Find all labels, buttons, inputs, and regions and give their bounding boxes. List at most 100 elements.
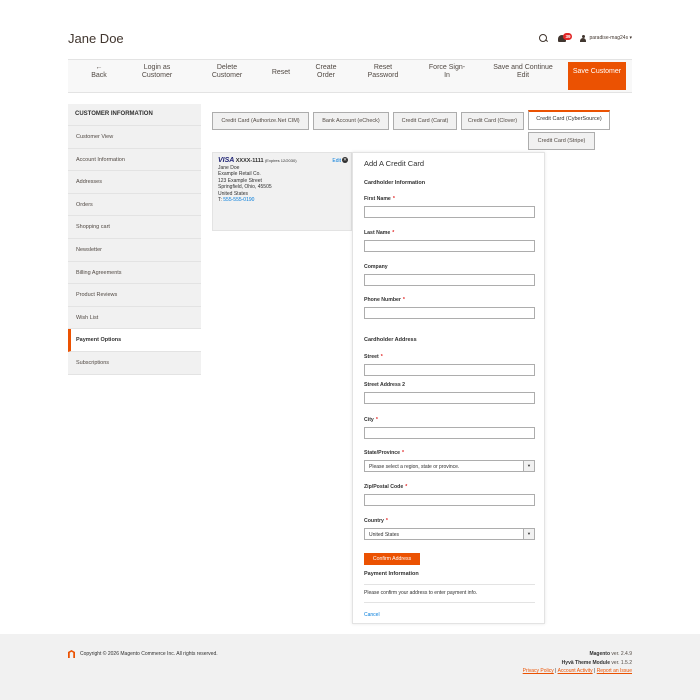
required-mark: * — [402, 450, 405, 456]
saved-card: VISA XXXX-1111 (Expires 12/2030) Edit ✕ … — [212, 152, 352, 231]
zip-label-text: Zip/Postal Code — [364, 484, 404, 490]
add-card-form: Add A Credit Card Cardholder Information… — [352, 152, 545, 624]
tab-authorize-net[interactable]: Credit Card (Authorize.Net CIM) — [212, 112, 309, 130]
zip-input[interactable] — [364, 494, 535, 506]
back-label: Back — [91, 72, 107, 79]
sidebar-title: CUSTOMER INFORMATION — [68, 104, 201, 126]
hyva-name: Hyvä Theme Module — [561, 659, 611, 666]
first-name-input[interactable] — [364, 206, 535, 218]
notification-count: 39 — [563, 33, 573, 40]
required-mark: * — [392, 196, 395, 202]
chevron-down-icon: ▼ — [523, 461, 534, 471]
create-order-button[interactable]: Create Order — [311, 64, 341, 80]
sidebar-item-wish-list[interactable]: Wish List — [68, 306, 201, 330]
magento-logo-icon — [68, 650, 75, 658]
magento-version: ver. 2.4.9 — [610, 651, 632, 657]
payment-info-heading: Payment Information — [364, 571, 419, 577]
page-title: Jane Doe — [68, 31, 124, 46]
sidebar-item-orders[interactable]: Orders — [68, 193, 201, 217]
phone-label-text: Phone Number — [364, 297, 401, 303]
required-mark: * — [405, 484, 408, 490]
sidebar-item-addresses[interactable]: Addresses — [68, 171, 201, 194]
privacy-policy-link[interactable]: Privacy Policy — [523, 668, 554, 674]
country-select[interactable]: United States ▼ — [364, 528, 535, 540]
state-label-text: State/Province — [364, 450, 401, 456]
notifications-button[interactable]: 39 — [558, 33, 573, 43]
force-signin-button[interactable]: Force Sign-In — [428, 64, 466, 80]
phone-input[interactable] — [364, 307, 535, 319]
chevron-down-icon: ▼ — [523, 529, 534, 539]
tab-clover[interactable]: Credit Card (Clover) — [461, 112, 524, 130]
country-label-text: Country — [364, 518, 384, 524]
confirm-address-button[interactable]: Confirm Address — [364, 553, 420, 565]
street-input[interactable] — [364, 364, 535, 376]
payment-note: Please confirm your address to enter pay… — [364, 590, 478, 596]
divider — [364, 602, 535, 603]
sidebar-item-billing-agreements[interactable]: Billing Agreements — [68, 261, 201, 285]
edit-card-link[interactable]: Edit — [332, 158, 341, 165]
sidebar-item-subscriptions[interactable]: Subscriptions — [68, 351, 201, 375]
required-mark: * — [385, 518, 388, 524]
divider — [364, 584, 535, 585]
delete-card-icon[interactable]: ✕ — [342, 157, 348, 163]
tab-cybersource[interactable]: Credit Card (CyberSource) — [528, 110, 610, 130]
magento-version-row: Magento ver. 2.4.9 — [523, 650, 632, 659]
tab-carat[interactable]: Credit Card (Carat) — [393, 112, 457, 130]
tab-echeck[interactable]: Bank Account (eCheck) — [313, 112, 389, 130]
footer-versions: Magento ver. 2.4.9 Hyvä Theme Module ver… — [523, 650, 632, 676]
sidebar-item-customer-view[interactable]: Customer View — [68, 126, 201, 149]
zip-label: Zip/Postal Code * — [364, 484, 407, 490]
back-button[interactable]: ← Back — [86, 64, 112, 80]
required-mark: * — [380, 354, 383, 360]
phone-label: Phone Number * — [364, 297, 405, 303]
reset-password-button[interactable]: Reset Password — [363, 64, 403, 80]
required-mark: * — [402, 297, 405, 303]
cancel-link[interactable]: Cancel — [364, 612, 380, 618]
sidebar-item-shopping-cart[interactable]: Shopping cart — [68, 216, 201, 239]
username: paradise-mag24s ▾ — [589, 35, 632, 41]
topbar-right: 39 paradise-mag24s ▾ — [538, 33, 632, 43]
company-label: Company — [364, 264, 388, 270]
form-title: Add A Credit Card — [364, 159, 425, 168]
city-input[interactable] — [364, 427, 535, 439]
tab-stripe[interactable]: Credit Card (Stripe) — [528, 132, 595, 150]
search-icon[interactable] — [538, 33, 548, 43]
account-activity-link[interactable]: Account Activity — [558, 668, 593, 674]
sidebar: CUSTOMER INFORMATION Customer View Accou… — [68, 104, 201, 375]
sidebar-item-account-information[interactable]: Account Information — [68, 148, 201, 172]
cardholder-address-heading: Cardholder Address — [364, 337, 417, 343]
street2-label: Street Address 2 — [364, 382, 406, 388]
country-value: United States — [369, 532, 400, 538]
magento-name: Magento — [589, 651, 611, 657]
street-label: Street * — [364, 354, 383, 360]
hyva-version-row: Hyvä Theme Module ver. 1.5.2 — [523, 659, 632, 668]
reset-button[interactable]: Reset — [266, 69, 296, 77]
action-bar: ← Back Login as Customer Delete Customer… — [68, 59, 632, 93]
state-select[interactable]: Please select a region, state or provinc… — [364, 460, 535, 472]
login-as-customer-button[interactable]: Login as Customer — [132, 64, 182, 80]
city-label-text: City — [364, 417, 374, 423]
street2-input[interactable] — [364, 392, 535, 404]
save-continue-button[interactable]: Save and Continue Edit — [488, 64, 558, 80]
sidebar-item-product-reviews[interactable]: Product Reviews — [68, 284, 201, 307]
first-name-label-text: First Name — [364, 196, 391, 202]
country-label: Country * — [364, 518, 388, 524]
company-input[interactable] — [364, 274, 535, 286]
city-label: City * — [364, 417, 378, 423]
required-mark: * — [375, 417, 378, 423]
card-expiry: (Expires 12/2030) — [264, 158, 297, 163]
hyva-version: ver. 1.5.2 — [610, 659, 632, 666]
first-name-label: First Name * — [364, 196, 395, 202]
save-customer-button[interactable]: Save Customer — [568, 62, 626, 90]
report-issue-link[interactable]: Report an Issue — [597, 668, 632, 674]
sidebar-item-payment-options[interactable]: Payment Options — [68, 329, 201, 352]
footer-links: Privacy Policy | Account Activity | Repo… — [523, 667, 632, 676]
user-menu[interactable]: paradise-mag24s ▾ — [580, 34, 632, 42]
last-name-label-text: Last Name — [364, 230, 391, 236]
last-name-input[interactable] — [364, 240, 535, 252]
delete-customer-button[interactable]: Delete Customer — [206, 64, 248, 80]
sidebar-item-newsletter[interactable]: Newsletter — [68, 238, 201, 262]
back-arrow-icon: ← — [95, 64, 103, 71]
card-phone-link[interactable]: 555-555-0190 — [223, 197, 254, 203]
required-mark: * — [392, 230, 395, 236]
